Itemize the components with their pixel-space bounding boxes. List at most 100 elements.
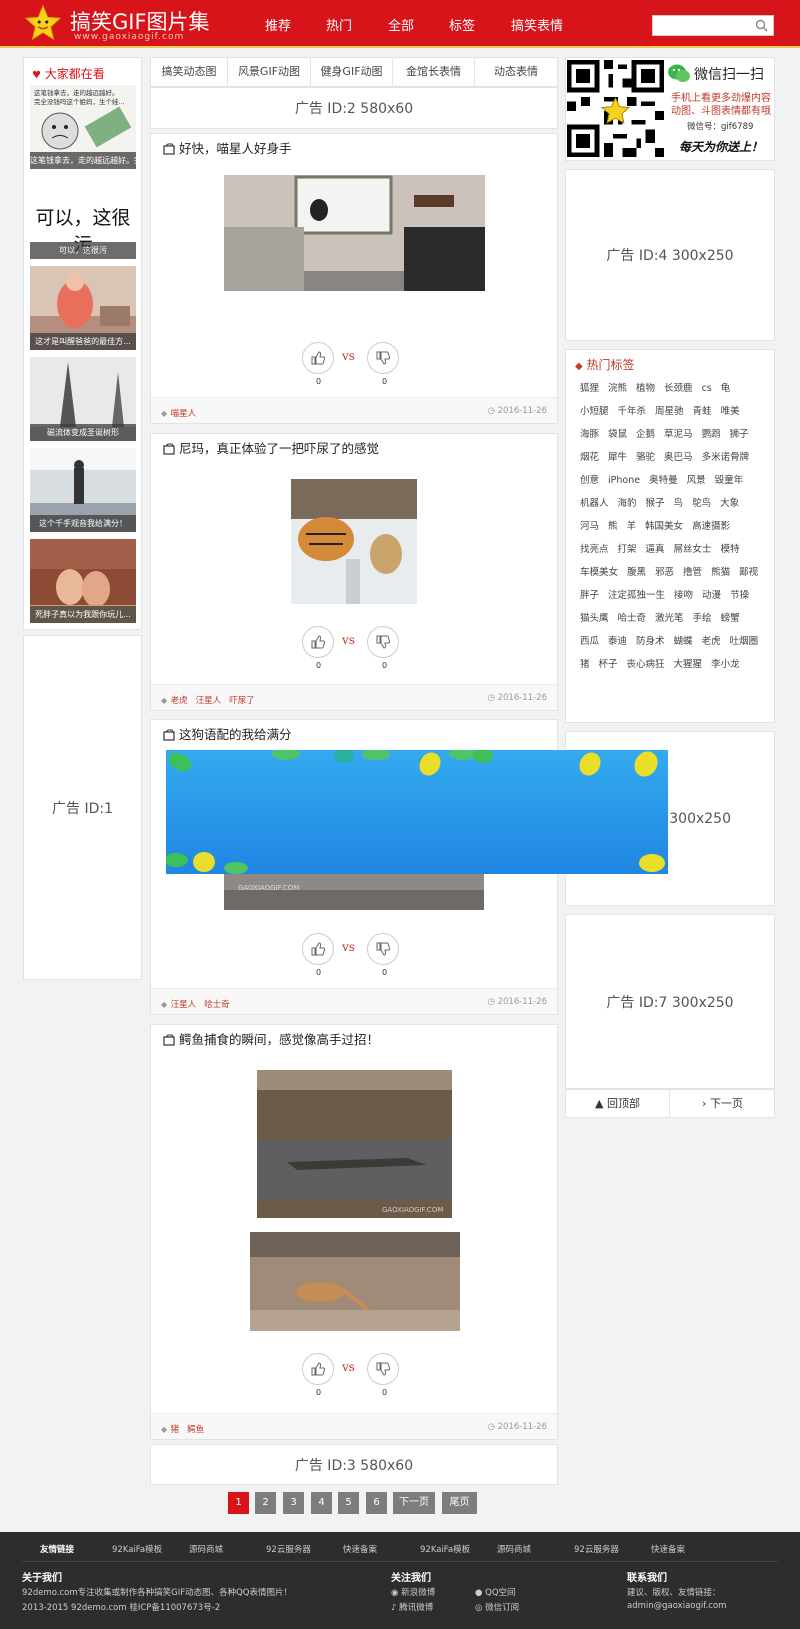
- hot-tag[interactable]: 鄙视: [739, 567, 758, 579]
- page-6[interactable]: 6: [366, 1492, 387, 1514]
- tab-fitness-gif[interactable]: 健身GIF动图: [311, 58, 393, 86]
- footer-link[interactable]: 源码商城: [189, 1543, 223, 1555]
- hot-tag[interactable]: 蝴蝶: [674, 636, 693, 648]
- footer-link[interactable]: 源码商城: [497, 1543, 531, 1555]
- search-input[interactable]: [653, 16, 753, 35]
- nav-emoji[interactable]: 搞笑表情: [511, 15, 563, 34]
- hot-tag[interactable]: 高速摄影: [692, 521, 730, 533]
- hot-tag[interactable]: 浣熊: [608, 383, 627, 395]
- hot-tag[interactable]: 烟花: [580, 452, 599, 464]
- hot-tag[interactable]: 海豚: [580, 429, 599, 441]
- hot-tag[interactable]: 草泥马: [664, 429, 693, 441]
- nav-tags[interactable]: 标签: [449, 15, 475, 34]
- hot-tag[interactable]: 多米诺骨牌: [702, 452, 750, 464]
- tab-kim-emoji[interactable]: 金馆长表情: [393, 58, 475, 86]
- hot-tag[interactable]: 找亮点: [580, 544, 609, 556]
- hot-tag[interactable]: 胖子: [580, 590, 599, 602]
- nav-all[interactable]: 全部: [388, 15, 414, 34]
- hot-tag[interactable]: 屌丝女士: [674, 544, 712, 556]
- hot-tag[interactable]: 撸管: [683, 567, 702, 579]
- post-tag[interactable]: 喵星人: [171, 409, 197, 419]
- popular-item[interactable]: 这笔钱拿去，走的越远越好。 完全没钱吗这个姐妈，生个娃... 这笔钱拿去，走的越远…: [30, 85, 136, 169]
- tab-funny-gif[interactable]: 搞笑动态图: [151, 58, 228, 86]
- post-tag[interactable]: 鳄鱼: [187, 1425, 204, 1435]
- hot-tag[interactable]: 狮子: [730, 429, 749, 441]
- hot-tag[interactable]: 犀牛: [608, 452, 627, 464]
- post-title[interactable]: 鳄鱼捕食的瞬间，感觉像高手过招！: [163, 1029, 379, 1048]
- post-title[interactable]: 这狗语配的我给满分: [163, 724, 292, 743]
- hot-tag[interactable]: 动漫: [702, 590, 721, 602]
- hot-tag[interactable]: 邪恶: [655, 567, 674, 579]
- dislike-button[interactable]: [367, 1353, 399, 1385]
- deer-gif-image[interactable]: [250, 1232, 460, 1331]
- popular-item[interactable]: 磁流体变成圣诞树形: [30, 357, 136, 441]
- post-title[interactable]: 尼玛，真正体验了一把吓尿了的感觉: [163, 438, 379, 457]
- ad-slot-2[interactable]: 广告 ID:2 580x60: [150, 87, 558, 129]
- hot-tag[interactable]: 接吻: [674, 590, 693, 602]
- dislike-button[interactable]: [367, 342, 399, 374]
- hot-tag[interactable]: 猫头鹰: [580, 613, 609, 625]
- like-button[interactable]: [302, 933, 334, 965]
- hot-tag[interactable]: 丧心病狂: [627, 659, 665, 671]
- ad-slot-3[interactable]: 广告 ID:3 580x60: [150, 1444, 558, 1485]
- leaf-banner-overlay[interactable]: [166, 750, 668, 874]
- side-next-button[interactable]: › 下一页: [671, 1090, 774, 1117]
- contact-email[interactable]: admin@gaoxiaogif.com: [627, 1601, 726, 1611]
- hot-tag[interactable]: 吐烟圈: [730, 636, 759, 648]
- like-button[interactable]: [302, 626, 334, 658]
- page-5[interactable]: 5: [338, 1492, 359, 1514]
- hot-tag[interactable]: 长颈鹿: [664, 383, 693, 395]
- post-tag[interactable]: 汪星人: [171, 1000, 197, 1010]
- ad-slot-4[interactable]: 广告 ID:4 300x250: [565, 169, 775, 341]
- popular-item[interactable]: 可以，这很污 可以，这很污: [30, 175, 136, 259]
- post-tag[interactable]: 猪: [171, 1425, 180, 1435]
- footer-link[interactable]: 92KaiFa模板: [112, 1543, 162, 1555]
- tiger-dog-gif-image[interactable]: [291, 479, 417, 604]
- hot-tag[interactable]: 激光笔: [655, 613, 684, 625]
- popular-item[interactable]: 这才是叫醒爸爸的最佳方...: [30, 266, 136, 350]
- hot-tag[interactable]: 唯美: [721, 406, 740, 418]
- dislike-button[interactable]: [367, 933, 399, 965]
- hot-tag[interactable]: 河马: [580, 521, 599, 533]
- hot-tag[interactable]: 植物: [636, 383, 655, 395]
- hot-tag[interactable]: 大象: [720, 498, 739, 510]
- star-logo-icon[interactable]: [24, 4, 62, 42]
- footer-link[interactable]: 92云服务器: [266, 1543, 311, 1555]
- hot-tag[interactable]: 大猩猩: [674, 659, 703, 671]
- hot-tag[interactable]: 猴子: [646, 498, 665, 510]
- post-tag[interactable]: 老虎: [171, 696, 188, 706]
- hot-tag[interactable]: 李小龙: [711, 659, 740, 671]
- hot-tag[interactable]: 韩国美女: [645, 521, 683, 533]
- hot-tag[interactable]: 小短腿: [580, 406, 609, 418]
- hot-tag[interactable]: 防身术: [636, 636, 665, 648]
- hot-tag[interactable]: 打架: [618, 544, 637, 556]
- hot-tag[interactable]: 逼真: [646, 544, 665, 556]
- footer-link[interactable]: 92KaiFa模板: [420, 1543, 470, 1555]
- hot-tag[interactable]: 毁童年: [715, 475, 744, 487]
- footer-link[interactable]: 92云服务器: [574, 1543, 619, 1555]
- hot-tag[interactable]: 西瓜: [580, 636, 599, 648]
- crocodile-gif-image[interactable]: GAOXIAOGIF.COM: [257, 1070, 452, 1218]
- tab-animated-emoji[interactable]: 动态表情: [475, 58, 557, 86]
- hot-tag[interactable]: 骆驼: [636, 452, 655, 464]
- hot-tag[interactable]: 奥特曼: [649, 475, 678, 487]
- hot-tag[interactable]: 周星驰: [655, 406, 684, 418]
- like-button[interactable]: [302, 342, 334, 374]
- hot-tag[interactable]: 车模美女: [580, 567, 618, 579]
- hot-tag[interactable]: iPhone: [608, 475, 640, 487]
- hot-tag[interactable]: 螃蟹: [721, 613, 740, 625]
- hot-tag[interactable]: 杯子: [599, 659, 618, 671]
- hot-tag[interactable]: 手绘: [693, 613, 712, 625]
- page-1[interactable]: 1: [228, 1492, 249, 1514]
- hot-tag[interactable]: 鹦鹉: [702, 429, 721, 441]
- hot-tag[interactable]: 创意: [580, 475, 599, 487]
- hot-tag[interactable]: 鸟: [674, 498, 684, 510]
- hot-tag[interactable]: 千年杀: [618, 406, 647, 418]
- popular-item[interactable]: 这个千手观音我给满分！: [30, 448, 136, 532]
- post-tag[interactable]: 哈士奇: [204, 1000, 230, 1010]
- hot-tag[interactable]: 风景: [687, 475, 706, 487]
- post-tag[interactable]: 汪星人: [196, 696, 222, 706]
- tab-scenery-gif[interactable]: 风景GIF动图: [228, 58, 311, 86]
- cat-gif-image[interactable]: [224, 175, 485, 291]
- hot-tag[interactable]: 袋鼠: [608, 429, 627, 441]
